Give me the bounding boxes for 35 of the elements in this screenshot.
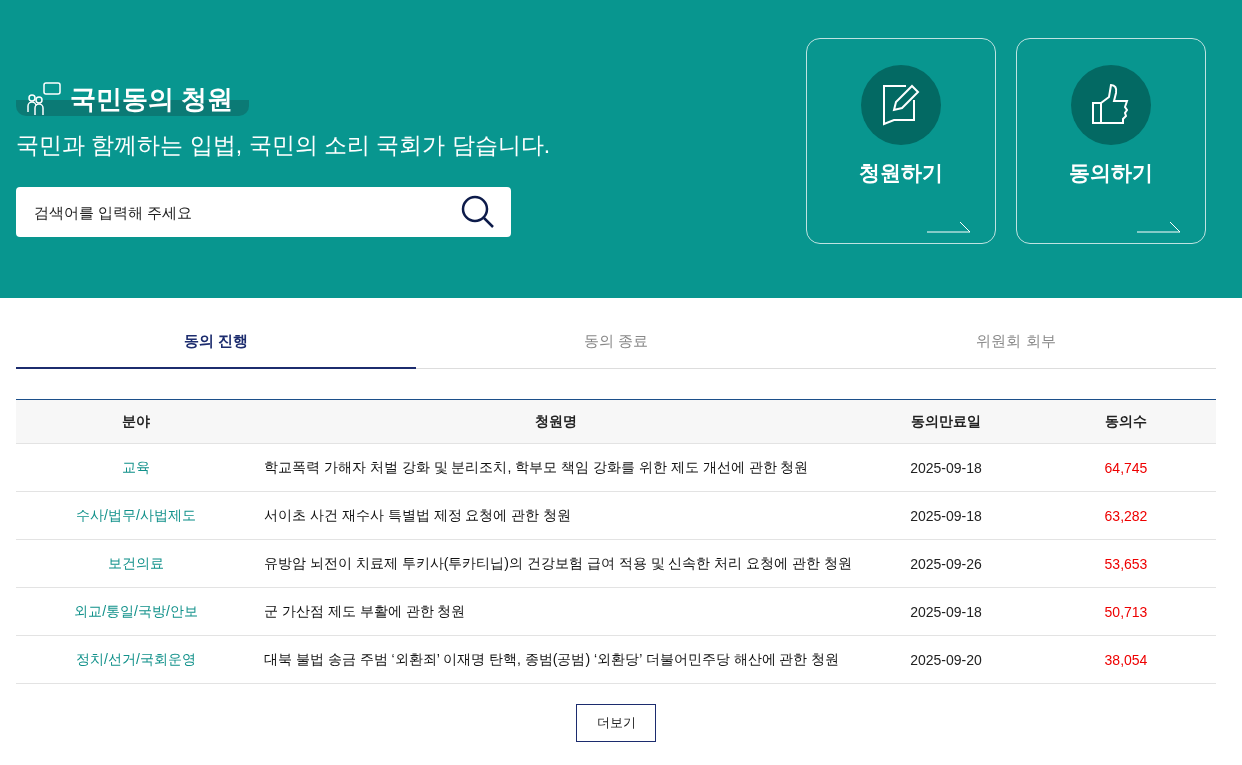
table-cell: 53,653: [1036, 539, 1216, 588]
action-card[interactable]: 동의하기: [1016, 38, 1206, 244]
petition-title-cell[interactable]: 군 가산점 제도 부활에 관한 청원: [256, 587, 856, 636]
table-cell: 수사/법무/사법제도: [16, 491, 256, 540]
tab[interactable]: 위원회 회부: [816, 328, 1216, 369]
table-cell: 2025-09-20: [856, 635, 1036, 684]
search-icon[interactable]: [461, 195, 495, 229]
table-cell: 2025-09-26: [856, 539, 1036, 588]
table-cell: 2025-09-18: [856, 443, 1036, 492]
petition-title-cell[interactable]: 대북 불법 송금 주범 ‘외환죄’ 이재명 탄핵, 종범(공범) ‘외환당’ 더불어민주당 해산에 관한 청원: [256, 635, 856, 684]
table-cell: 50,713: [1036, 587, 1216, 636]
table-cell: 63,282: [1036, 491, 1216, 540]
column-header: 분야: [16, 399, 256, 444]
page-title: 국민동의 청원: [70, 83, 234, 116]
tab[interactable]: 동의 종료: [416, 328, 816, 369]
petition-title-cell[interactable]: 유방암 뇌전이 치료제 투키사(투카티닙)의 건강보험 급여 적용 및 신속한 처리 요청에 관한 청원: [256, 539, 856, 588]
action-card[interactable]: 청원하기: [806, 38, 996, 244]
subtitle: 국민과 함께하는 입법, 국민의 소리 국회가 담습니다.: [16, 131, 551, 160]
people-chat-icon: [26, 82, 62, 116]
column-header: 동의수: [1036, 399, 1216, 444]
table-cell: 정치/선거/국회운영: [16, 635, 256, 684]
table-cell: 2025-09-18: [856, 587, 1036, 636]
table-cell: 64,745: [1036, 443, 1216, 492]
column-header: 청원명: [256, 399, 856, 444]
tab[interactable]: 동의 진행: [16, 328, 416, 369]
table-cell: 외교/통일/국방/안보: [16, 587, 256, 636]
petition-title-cell[interactable]: 서이초 사건 재수사 특별법 제정 요청에 관한 청원: [256, 491, 856, 540]
petition-title-cell[interactable]: 학교폭력 가해자 처벌 강화 및 분리조치, 학부모 책임 강화를 위한 제도 개선에 관한 청원: [256, 443, 856, 492]
table-cell: 2025-09-18: [856, 491, 1036, 540]
search-field[interactable]: 검색어를 입력해 주세요: [16, 187, 511, 237]
table-cell: 38,054: [1036, 635, 1216, 684]
table-cell: 교육: [16, 443, 256, 492]
more-button[interactable]: 더보기: [576, 704, 656, 742]
column-header: 동의만료일: [856, 399, 1036, 444]
table-cell: 보건의료: [16, 539, 256, 588]
